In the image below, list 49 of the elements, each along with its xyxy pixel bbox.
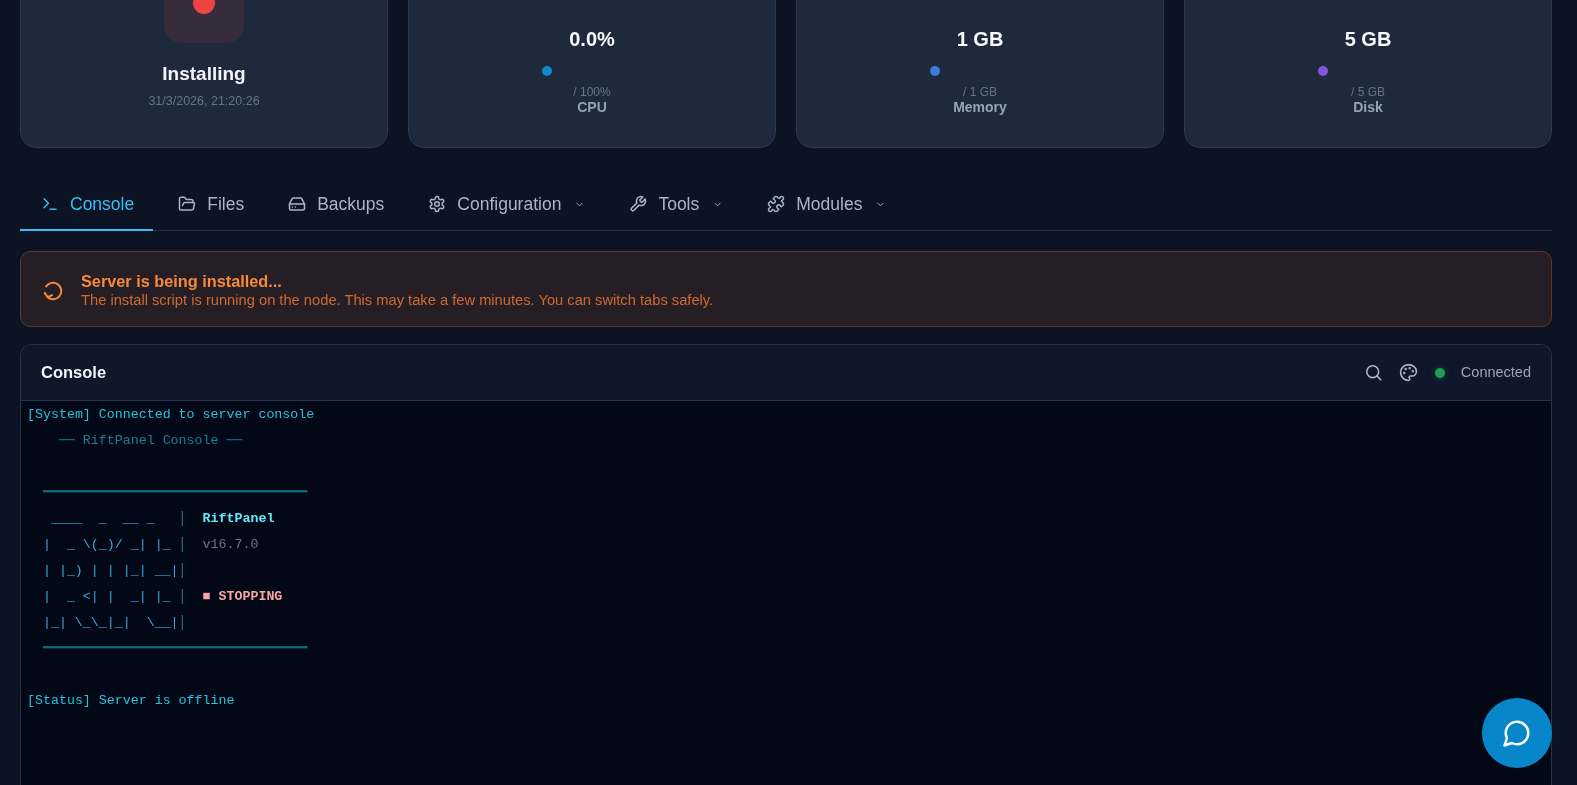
console-line: [Status] Server is offline <box>27 692 235 710</box>
palette-icon[interactable] <box>1398 363 1418 382</box>
banner-separator: │ <box>178 588 187 606</box>
tab[interactable]: Console <box>20 179 154 231</box>
app-name: RiftPanel <box>202 510 275 528</box>
ascii-art-line: | _ \(_)/ _| |_ <box>42 536 172 554</box>
console-title: Console <box>41 362 107 384</box>
stat-value: 0.0% <box>568 27 616 52</box>
tab[interactable]: Files <box>157 179 264 231</box>
console-line: [System] Connected to server console <box>27 406 315 424</box>
stat-limit: / 1 GB <box>962 86 998 99</box>
stat-label: CPU <box>576 99 608 115</box>
folder-icon <box>178 195 197 213</box>
hard-drive-icon <box>288 195 307 213</box>
stat-label: Disk <box>1352 99 1384 115</box>
ascii-art-line: |_| \_\_|_| \__| <box>42 614 179 632</box>
banner-border-line: ━━━━━━━━━━━━━━━━━━━━━━━━━━━━━━━━━ <box>41 640 308 658</box>
puzzle-icon <box>767 195 786 213</box>
tab[interactable]: Modules <box>746 179 906 231</box>
refresh-icon <box>42 279 64 302</box>
banner-border-line: ━━━━━━━━━━━━━━━━━━━━━━━━━━━━━━━━━ <box>41 484 308 502</box>
server-status-text: ■ STOPPING <box>202 588 283 606</box>
banner-separator: │ <box>178 510 187 528</box>
settings-icon <box>428 195 447 213</box>
tab[interactable]: Tools <box>608 179 743 231</box>
console-banner-title: ── RiftPanel Console ── <box>57 432 243 450</box>
banner-separator: │ <box>178 536 187 554</box>
version-text: v16.7.0 <box>202 536 259 554</box>
banner-separator: │ <box>178 614 187 632</box>
chat-bubble-icon <box>1502 718 1532 748</box>
ascii-art-line: | _ <| | _| |_ <box>42 588 172 606</box>
ascii-art-line: ____ _ __ _ <box>49 510 156 528</box>
status-timestamp: 31/3/2026, 21:20:26 <box>147 93 261 109</box>
alert-message: The install script is running on the node. This may take a few minutes. You can switch tabs safely. <box>81 291 714 310</box>
ascii-art-line: | |_) | | |_| __| <box>42 562 179 580</box>
stat-label: Memory <box>952 99 1008 115</box>
connection-status: Connected <box>1460 362 1531 382</box>
wrench-icon <box>629 195 648 213</box>
status-label: Installing <box>161 62 247 86</box>
alert-title: Server is being installed... <box>81 271 283 291</box>
terminal-icon <box>41 195 59 213</box>
tab[interactable]: Backups <box>267 179 404 231</box>
tab[interactable]: Configuration <box>407 179 605 231</box>
stat-limit: / 100% <box>572 86 612 99</box>
stat-value: 1 GB <box>955 27 1005 52</box>
search-icon[interactable] <box>1363 363 1383 382</box>
stat-value: 5 GB <box>1343 27 1393 52</box>
banner-separator: │ <box>178 562 187 580</box>
stat-limit: / 5 GB <box>1350 86 1386 99</box>
